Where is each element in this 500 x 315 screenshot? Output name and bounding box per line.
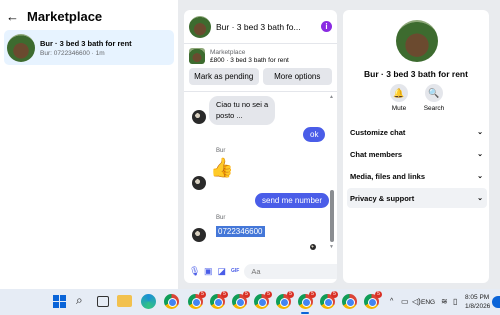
search-icon: 🔍 [425, 84, 443, 102]
chat-info-panel: Bur · 3 bed 3 bath for rent 🔔 Mute 🔍 Sea… [343, 10, 489, 283]
chrome-icon[interactable]: 5 [298, 291, 316, 309]
conversation-preview: Bur: 0722346600 · 1m [40, 49, 105, 57]
active-app-indicator [301, 312, 309, 314]
chat-header: Bur · 3 bed 3 bath fo... i [184, 10, 337, 44]
mark-as-pending-button[interactable]: Mark as pending [189, 68, 259, 85]
language-indicator[interactable]: ENG [421, 299, 435, 306]
sender-name: Bur [216, 215, 226, 221]
battery-icon[interactable]: ▯ [453, 297, 457, 306]
conversation-list-panel: ← Marketplace Bur · 3 bed 3 bath for ren… [0, 0, 178, 289]
chrome-icon[interactable] [164, 294, 179, 309]
section-label: Customize chat [350, 127, 406, 137]
clock-date[interactable]: 1/8/2026 [465, 303, 490, 310]
sticker-icon[interactable]: ◪ [218, 266, 227, 276]
file-explorer-icon[interactable] [117, 295, 132, 307]
back-arrow-icon[interactable]: ← [6, 10, 19, 23]
outgoing-message[interactable]: send me number [255, 193, 330, 208]
selected-phone-number[interactable]: 0722346600 [216, 226, 265, 237]
notification-badge: 5 [243, 291, 250, 298]
message-thread[interactable]: ▲ Ciao tu no sei a posto ... ok Bur 👍 se… [184, 92, 337, 258]
listing-price: £800 · 3 bed 3 bath for rent [210, 56, 289, 64]
chevron-down-icon: ⌄ [477, 173, 483, 180]
notification-icon[interactable] [492, 296, 500, 308]
listing-card[interactable]: Marketplace £800 · 3 bed 3 bath for rent [184, 44, 337, 68]
notification-badge: 5 [221, 291, 228, 298]
chrome-icon[interactable]: 5 [254, 291, 272, 309]
chrome-icon[interactable]: 5 [320, 291, 338, 309]
chrome-icon[interactable]: 5 [210, 291, 228, 309]
page-title: Marketplace [27, 9, 103, 24]
section-media-files-links[interactable]: Media, files and links ⌄ [347, 166, 487, 186]
thumbs-up-icon[interactable]: 👍 [210, 156, 234, 180]
search-button[interactable]: 🔍 Search [420, 84, 448, 112]
chevron-down-icon: ⌄ [477, 151, 483, 158]
image-icon[interactable]: ▣ [204, 266, 213, 276]
section-customize-chat[interactable]: Customize chat ⌄ [347, 122, 487, 142]
microphone-icon[interactable]: 🎙 [189, 266, 200, 276]
chevron-down-icon: ⌄ [477, 195, 483, 202]
section-label: Privacy & support [350, 193, 415, 203]
avatar [192, 228, 206, 242]
network-icon[interactable]: ▭ [401, 297, 409, 306]
marketplace-header: ← Marketplace [0, 0, 178, 30]
wifi-icon[interactable]: ≋ [441, 297, 448, 306]
chat-avatar[interactable] [189, 15, 211, 38]
notification-badge: 5 [287, 291, 294, 298]
notification-badge: 5 [375, 291, 382, 298]
gif-icon[interactable]: GIF [231, 266, 239, 276]
conversation-title: Bur · 3 bed 3 bath for rent [40, 38, 132, 48]
chevron-up-icon[interactable]: ^ [390, 298, 393, 305]
outgoing-message[interactable]: ok [303, 127, 326, 142]
seen-avatar [310, 244, 316, 250]
chevron-down-icon: ⌄ [477, 129, 483, 136]
message-composer: 🎙 ▣ ◪ GIF ☺ 👍 [184, 259, 337, 283]
sender-name: Bur [216, 148, 226, 154]
avatar [192, 110, 206, 124]
chrome-icon[interactable]: 5 [188, 291, 206, 309]
chrome-icon[interactable]: 5 [364, 291, 382, 309]
mute-button[interactable]: 🔔 Mute [385, 84, 413, 112]
notification-badge: 5 [309, 291, 316, 298]
chrome-icon[interactable]: 5 [276, 291, 294, 309]
message-input[interactable] [244, 263, 337, 279]
scrollbar[interactable] [330, 190, 334, 242]
volume-icon[interactable]: ◁) [412, 297, 421, 306]
edge-icon[interactable] [141, 294, 156, 309]
chrome-icon[interactable] [342, 294, 357, 309]
notification-badge: 5 [331, 291, 338, 298]
mute-label: Mute [391, 105, 407, 112]
conversation-item[interactable]: Bur · 3 bed 3 bath for rent Bur: 0722346… [4, 30, 174, 65]
search-label: Search [423, 105, 445, 112]
listing-source: Marketplace [210, 48, 246, 56]
search-icon[interactable]: ⌕ [76, 293, 83, 308]
notification-badge: 5 [199, 291, 206, 298]
taskbar: ⌕ 5 5 5 5 5 5 5 5 ^ ▭ ◁) ENG ≋ ▯ 8:05 PM… [0, 289, 500, 315]
clock-time[interactable]: 8:05 PM [465, 294, 489, 301]
bell-icon: 🔔 [390, 84, 408, 102]
section-label: Chat members [350, 149, 403, 159]
section-chat-members[interactable]: Chat members ⌄ [347, 144, 487, 164]
more-options-button[interactable]: More options [262, 68, 332, 85]
incoming-message[interactable]: Ciao tu no sei a posto ... [209, 96, 276, 125]
scroll-up-icon[interactable]: ▲ [329, 94, 334, 100]
listing-avatar [396, 20, 438, 62]
section-label: Media, files and links [350, 171, 426, 181]
chat-panel: Bur · 3 bed 3 bath fo... i Marketplace £… [184, 10, 337, 283]
listing-actions: Mark as pending More options [184, 68, 337, 92]
info-title: Bur · 3 bed 3 bath for rent [364, 69, 468, 79]
task-view-icon[interactable] [97, 296, 109, 307]
notification-badge: 5 [265, 291, 272, 298]
section-privacy-support[interactable]: Privacy & support ⌄ [347, 188, 487, 208]
windows-start-icon[interactable] [53, 295, 66, 308]
scroll-down-icon[interactable]: ▼ [329, 244, 334, 250]
info-icon[interactable]: i [321, 21, 332, 32]
avatar [192, 176, 206, 190]
listing-thumbnail [7, 33, 35, 62]
chrome-icon[interactable]: 5 [232, 291, 250, 309]
chat-title[interactable]: Bur · 3 bed 3 bath fo... [216, 22, 316, 32]
listing-thumbnail [189, 48, 205, 64]
